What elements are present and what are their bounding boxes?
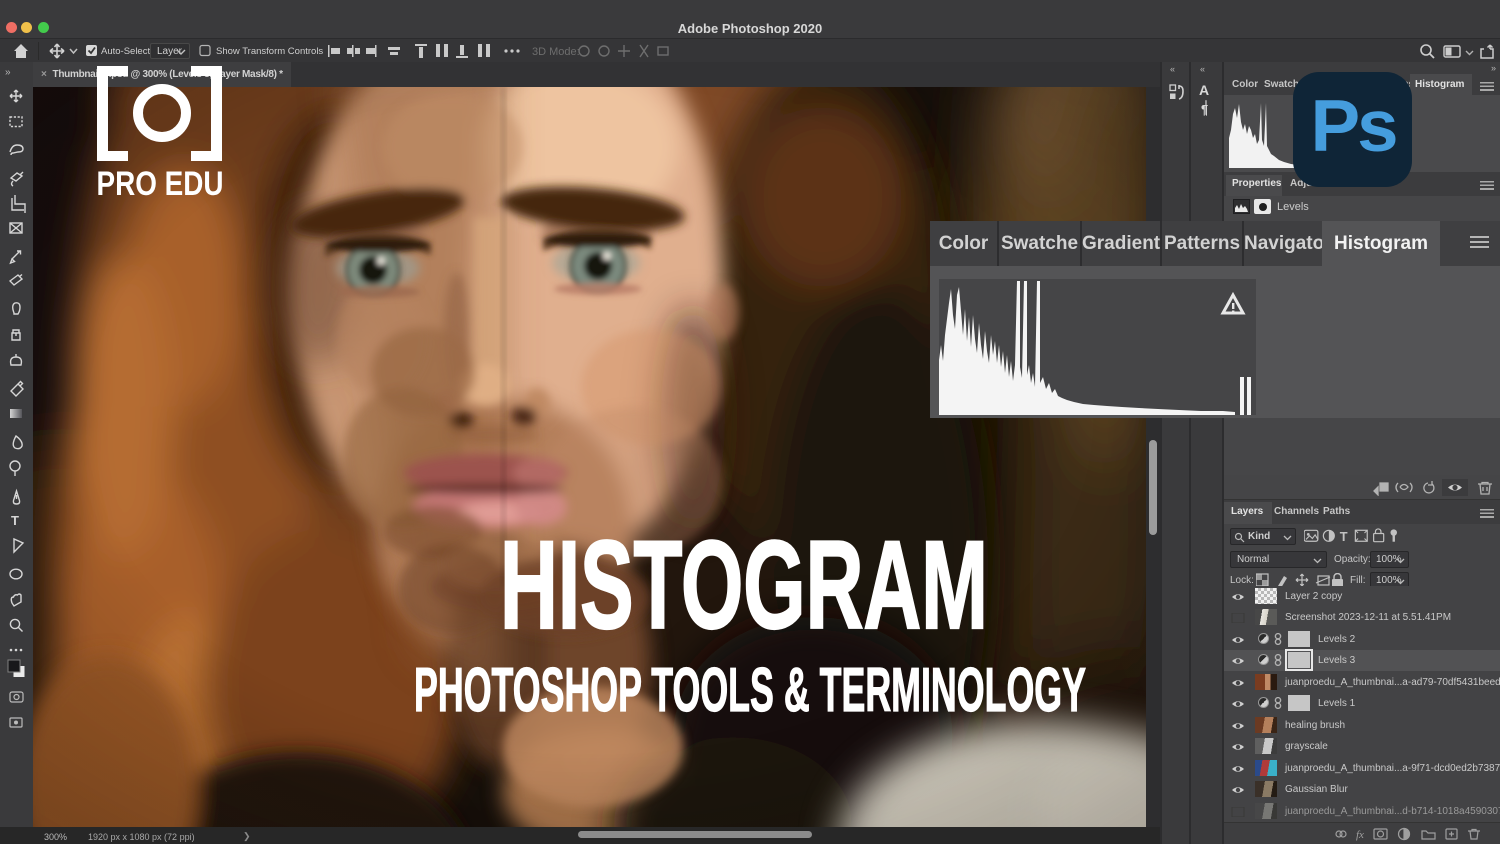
svg-text:PRO EDU: PRO EDU [97,165,224,198]
svg-text:PHOTOSHOP TOOLS & TERMINOLOGY: PHOTOSHOP TOOLS & TERMINOLOGY [414,656,1086,725]
svg-text:»: » [5,67,11,78]
svg-text:HISTOGRAM: HISTOGRAM [500,516,988,655]
svg-text:T: T [1340,529,1348,544]
svg-text:fx: fx [1356,829,1364,841]
svg-text:3D Mode:: 3D Mode: [532,46,580,58]
svg-text:T: T [11,513,19,528]
